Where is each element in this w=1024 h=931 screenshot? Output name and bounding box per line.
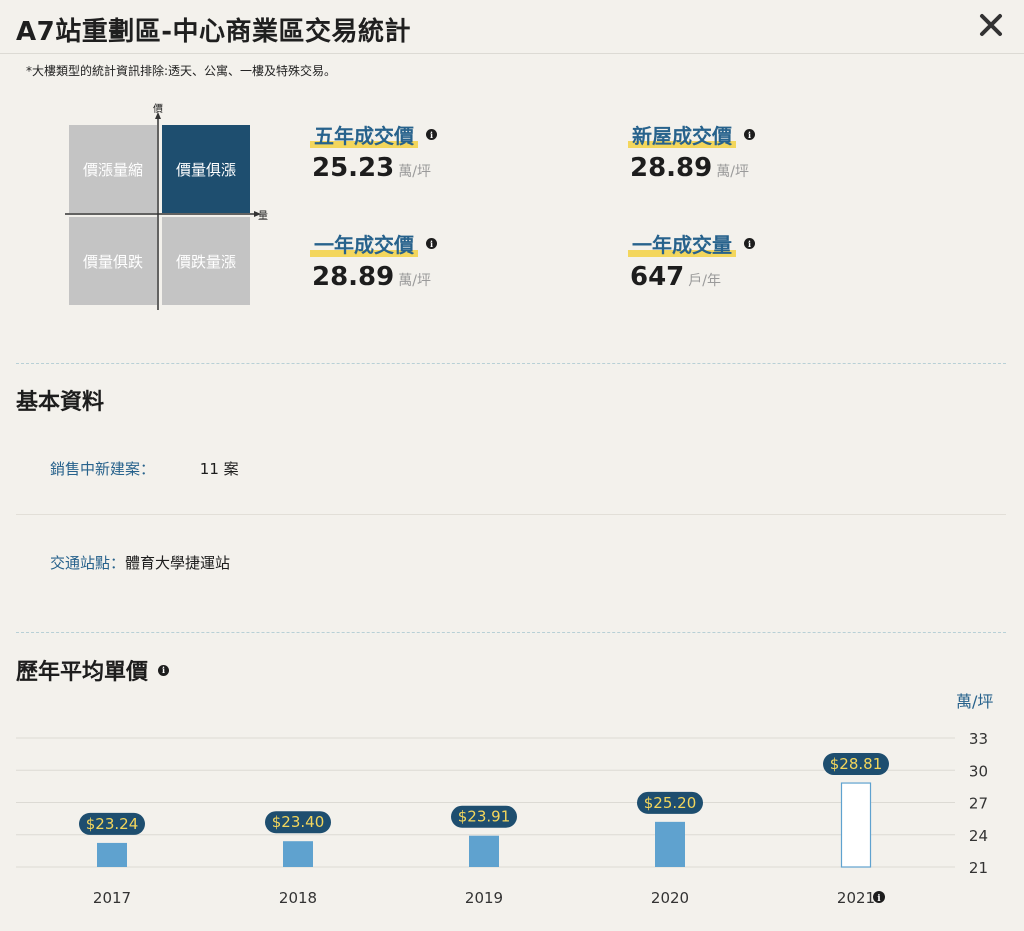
info-key: 交通站點： — [50, 554, 126, 572]
bar-chart: 33 30 27 24 21 $23.24 2017 $23.40 2018 $23.91 2019… — [16, 730, 988, 907]
bar — [840, 782, 872, 868]
section-divider — [16, 363, 1006, 364]
header: A7站重劃區-中心商業區交易統計 — [0, 0, 1024, 54]
stat-five-year-price: 五年成交價 i 25.23 萬/坪 — [310, 120, 437, 183]
stat-label: 新屋成交價 — [628, 120, 736, 149]
price-volume-quadrant: 價漲量縮 價量俱漲 價量俱跌 價跌量漲 價 量 — [60, 100, 275, 315]
stat-one-year-volume: 一年成交量 i 647 戶/年 — [628, 229, 755, 292]
close-icon — [980, 14, 1002, 36]
bar — [283, 841, 313, 867]
data-label: $23.91 — [458, 808, 511, 826]
data-label: $23.24 — [86, 815, 139, 833]
info-icon[interactable]: i — [426, 238, 437, 249]
y-tick-label: 21 — [969, 859, 988, 877]
stat-unit: 萬/坪 — [398, 164, 431, 180]
stat-value: 25.23 — [312, 153, 395, 183]
data-label: $23.40 — [272, 813, 325, 831]
stat-value: 647 — [630, 262, 685, 292]
stat-label: 一年成交量 — [628, 229, 736, 258]
info-value: 體育大學捷運站 — [125, 554, 231, 572]
x-tick-label: 2018 — [279, 889, 317, 907]
stat-one-year-price: 一年成交價 i 28.89 萬/坪 — [310, 229, 437, 292]
stat-new-house-price: 新屋成交價 i 28.89 萬/坪 — [628, 120, 755, 183]
info-icon[interactable]: i — [744, 129, 755, 140]
info-icon[interactable]: i — [744, 238, 755, 249]
section-divider — [16, 632, 1006, 633]
info-row-projects: 銷售中新建案： 11 案 — [50, 458, 239, 479]
stat-value: 28.89 — [630, 153, 713, 183]
info-value: 11 案 — [199, 460, 239, 478]
y-tick-label: 27 — [969, 795, 988, 813]
x-tick-label: 2021 — [837, 889, 875, 907]
quadrant-axis-x-label: 量 — [258, 211, 268, 222]
info-icon-glyph: i — [877, 894, 881, 904]
y-tick-label: 24 — [969, 827, 988, 845]
y-tick-label: 30 — [969, 762, 988, 780]
x-tick-label: 2019 — [465, 889, 503, 907]
data-label: $28.81 — [830, 755, 883, 773]
info-row-transit: 交通站點：體育大學捷運站 — [50, 552, 230, 573]
basic-info-title: 基本資料 — [16, 390, 105, 415]
x-tick-label: 2017 — [93, 889, 131, 907]
bar — [655, 821, 685, 867]
note-text: *大樓類型的統計資訊排除:透天、公寓、一樓及特殊交易。 — [26, 64, 337, 78]
quadrant-axes — [65, 112, 261, 310]
info-icon[interactable]: i — [426, 129, 437, 140]
chart-section-title: 歷年平均單價 i — [16, 654, 170, 686]
stat-label: 一年成交價 — [310, 229, 418, 258]
quadrant-axis-y-label: 價 — [153, 104, 163, 115]
stat-label: 五年成交價 — [310, 120, 418, 149]
chart-unit-label: 萬/坪 — [956, 692, 994, 711]
data-label: $25.20 — [644, 794, 697, 812]
close-button[interactable] — [976, 10, 1006, 40]
chart-title: 歷年平均單價 — [16, 660, 149, 685]
bar — [97, 842, 127, 867]
stat-unit: 萬/坪 — [398, 273, 431, 289]
stat-unit: 萬/坪 — [716, 164, 749, 180]
y-tick-label: 33 — [969, 730, 988, 748]
info-icon[interactable]: i — [158, 664, 170, 676]
page: A7站重劃區-中心商業區交易統計 *大樓類型的統計資訊排除:透天、公寓、一樓及特… — [0, 0, 1024, 931]
row-divider — [16, 514, 1006, 515]
stat-unit: 戶/年 — [688, 273, 721, 289]
stat-value: 28.89 — [312, 262, 395, 292]
info-key: 銷售中新建案： — [50, 460, 156, 478]
bar — [469, 835, 499, 867]
page-title: A7站重劃區-中心商業區交易統計 — [16, 17, 412, 47]
x-tick-label: 2020 — [651, 889, 689, 907]
